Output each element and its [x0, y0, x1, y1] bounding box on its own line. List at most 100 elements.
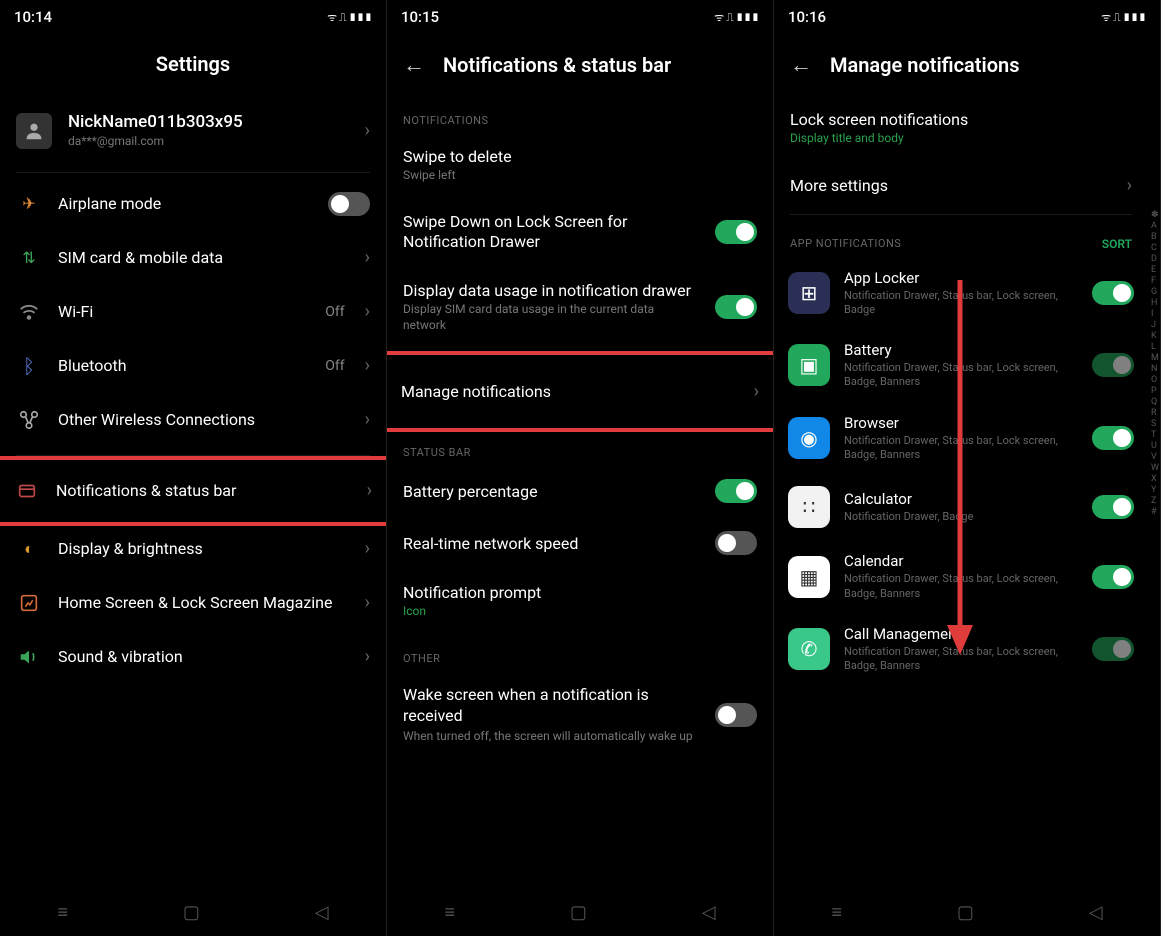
row-notification-prompt[interactable]: Notification prompt Icon [387, 569, 773, 634]
alpha-I[interactable]: I [1151, 309, 1159, 319]
back-icon[interactable]: ← [403, 52, 425, 78]
app-row-calculator[interactable]: ∷ Calculator Notification Drawer, Badge [774, 474, 1148, 540]
label: Display data usage in notification drawe… [403, 281, 699, 300]
alpha-N[interactable]: N [1151, 364, 1159, 374]
toggle-battery-pct[interactable] [715, 479, 757, 503]
row-other-wireless[interactable]: Other Wireless Connections › [0, 393, 386, 447]
toggle-data-usage[interactable] [715, 295, 757, 319]
nav-recent-icon[interactable]: ≡ [444, 902, 455, 923]
alpha-K[interactable]: K [1151, 331, 1159, 341]
row-wake-screen[interactable]: Wake screen when a notification is recei… [387, 671, 773, 758]
alpha-S[interactable]: S [1151, 419, 1159, 429]
toggle-app[interactable] [1092, 495, 1134, 519]
app-row-calendar[interactable]: ▦ Calendar Notification Drawer, Status b… [774, 540, 1148, 613]
app-icon: ◉ [788, 417, 830, 459]
row-sim[interactable]: ⇅ SIM card & mobile data › [0, 231, 386, 285]
nav-home-icon[interactable]: ▢ [570, 902, 587, 923]
clock: 10:16 [788, 8, 826, 26]
alpha-A[interactable]: A [1151, 221, 1159, 231]
alpha-L[interactable]: L [1151, 342, 1159, 352]
toggle-swipe-down[interactable] [715, 220, 757, 244]
sub: Display SIM card data usage in the curre… [403, 302, 699, 333]
toggle-app[interactable] [1092, 281, 1134, 305]
header: ← Manage notifications [774, 32, 1160, 96]
alpha-B[interactable]: B [1151, 232, 1159, 242]
app-sub: Notification Drawer, Status bar, Lock sc… [844, 645, 1078, 674]
alpha-O[interactable]: O [1151, 375, 1159, 385]
alpha-Y[interactable]: Y [1151, 485, 1159, 495]
nav-home-icon[interactable]: ▢ [957, 902, 974, 923]
row-home-lock[interactable]: Home Screen & Lock Screen Magazine › [0, 576, 386, 630]
row-display[interactable]: ◐ Display & brightness › [0, 522, 386, 576]
nav-back-icon[interactable]: ◁ [315, 902, 329, 923]
label: Display & brightness [58, 539, 349, 558]
nav-back-icon[interactable]: ◁ [1089, 902, 1103, 923]
row-sound[interactable]: Sound & vibration › [0, 630, 386, 684]
sound-icon [16, 644, 42, 670]
row-more-settings[interactable]: More settings › [774, 161, 1148, 210]
alpha-M[interactable]: M [1151, 353, 1159, 363]
row-battery-percentage[interactable]: Battery percentage [387, 465, 773, 517]
toggle-app[interactable] [1092, 565, 1134, 589]
row-notifications-statusbar[interactable]: Notifications & status bar › [0, 460, 386, 522]
row-data-usage[interactable]: Display data usage in notification drawe… [387, 267, 773, 347]
nav-bar: ≡ ▢ ◁ [387, 888, 773, 936]
alpha-J[interactable]: J [1151, 320, 1159, 330]
row-network-speed[interactable]: Real-time network speed [387, 517, 773, 569]
alpha-W[interactable]: W [1151, 463, 1159, 473]
toggle-network-speed[interactable] [715, 531, 757, 555]
toggle-app[interactable] [1092, 637, 1134, 661]
alpha-D[interactable]: D [1151, 254, 1159, 264]
alphabet-index[interactable]: ✽ABCDEFGHIJKLMNOPQRSTUVWXYZ# [1151, 210, 1159, 517]
row-swipe-down-lock[interactable]: Swipe Down on Lock Screen for Notificati… [387, 198, 773, 268]
alpha-V[interactable]: V [1151, 452, 1159, 462]
app-row-battery[interactable]: ▣ Battery Notification Drawer, Status ba… [774, 329, 1148, 402]
app-name: Battery [844, 341, 1078, 359]
airplane-icon: ✈ [16, 191, 42, 217]
toggle-airplane[interactable] [328, 192, 370, 216]
row-manage-notifications[interactable]: Manage notifications › [387, 355, 773, 428]
app-icon: ⊞ [788, 272, 830, 314]
sort-button[interactable]: SORT [1102, 237, 1132, 251]
profile-row[interactable]: NickName011b303x95 da***@gmail.com › [0, 94, 386, 168]
app-row-browser[interactable]: ◉ Browser Notification Drawer, Status ba… [774, 402, 1148, 475]
alpha-Z[interactable]: Z [1151, 496, 1159, 506]
avatar [16, 113, 52, 149]
header: Settings [0, 32, 386, 94]
alpha-Q[interactable]: Q [1151, 397, 1159, 407]
row-wifi[interactable]: Wi-Fi Off › [0, 285, 386, 339]
row-lock-screen-notifications[interactable]: Lock screen notifications Display title … [774, 96, 1148, 161]
alpha-T[interactable]: T [1151, 430, 1159, 440]
app-icon: ▣ [788, 344, 830, 386]
toggle-wake-screen[interactable] [715, 703, 757, 727]
alpha-E[interactable]: E [1151, 265, 1159, 275]
alpha-✽[interactable]: ✽ [1151, 210, 1159, 220]
clock: 10:14 [14, 8, 52, 26]
alpha-R[interactable]: R [1151, 408, 1159, 418]
alpha-H[interactable]: H [1151, 298, 1159, 308]
app-icon: ∷ [788, 486, 830, 528]
alpha-P[interactable]: P [1151, 386, 1159, 396]
app-row-call-management[interactable]: ✆ Call Management Notification Drawer, S… [774, 613, 1148, 686]
nav-recent-icon[interactable]: ≡ [831, 902, 842, 923]
nav-home-icon[interactable]: ▢ [183, 902, 200, 923]
app-name: App Locker [844, 269, 1078, 287]
section-statusbar: STATUS BAR [387, 428, 773, 465]
alpha-U[interactable]: U [1151, 441, 1159, 451]
alpha-C[interactable]: C [1151, 243, 1159, 253]
alpha-X[interactable]: X [1151, 474, 1159, 484]
toggle-app[interactable] [1092, 426, 1134, 450]
chevron-right-icon: › [365, 592, 370, 613]
label: Real-time network speed [403, 534, 699, 553]
row-airplane-mode[interactable]: ✈ Airplane mode [0, 177, 386, 231]
nav-back-icon[interactable]: ◁ [702, 902, 716, 923]
row-swipe-delete[interactable]: Swipe to delete Swipe left [387, 133, 773, 198]
back-icon[interactable]: ← [790, 52, 812, 78]
toggle-app[interactable] [1092, 353, 1134, 377]
alpha-#[interactable]: # [1151, 507, 1159, 517]
alpha-F[interactable]: F [1151, 276, 1159, 286]
row-bluetooth[interactable]: ᛒ Bluetooth Off › [0, 339, 386, 393]
app-row-app-locker[interactable]: ⊞ App Locker Notification Drawer, Status… [774, 257, 1148, 330]
alpha-G[interactable]: G [1151, 287, 1159, 297]
nav-recent-icon[interactable]: ≡ [57, 902, 68, 923]
